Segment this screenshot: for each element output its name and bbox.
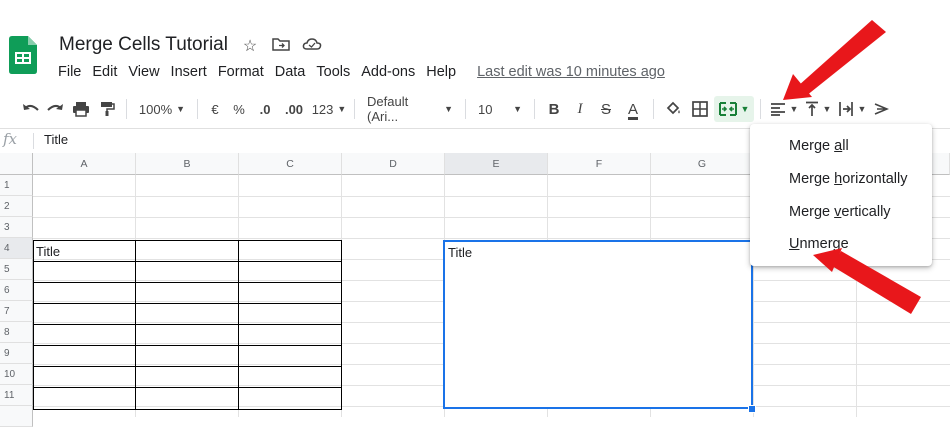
vertical-align-icon[interactable]: ▼ (801, 96, 835, 122)
cell-a4[interactable]: Title (36, 244, 60, 259)
print-icon[interactable] (68, 96, 94, 122)
column-header-e[interactable]: E (445, 153, 548, 175)
increase-decimal-button[interactable]: .00 (278, 96, 310, 122)
menu-item-merge-horizontally[interactable]: Merge horizontally (789, 171, 908, 187)
chevron-down-icon: ▼ (176, 104, 186, 114)
bordered-range-a4-c11 (33, 240, 342, 410)
row-header-7[interactable]: 7 (0, 301, 33, 322)
menu-insert[interactable]: Insert (171, 64, 207, 80)
column-header-b[interactable]: B (136, 153, 239, 175)
menu-view[interactable]: View (128, 64, 159, 80)
row-header-4[interactable]: 4 (0, 238, 33, 259)
merge-cells-menu: Merge all Merge horizontally Merge verti… (750, 124, 932, 266)
font-size-select[interactable]: 10 ▼ (472, 96, 528, 122)
select-all-corner[interactable] (0, 153, 33, 175)
menu-edit[interactable]: Edit (92, 64, 117, 80)
merge-cells-button[interactable]: ▼ (714, 96, 754, 122)
row-header-6[interactable]: 6 (0, 280, 33, 301)
zoom-value: 100% (138, 101, 173, 117)
move-to-folder-icon[interactable] (272, 36, 290, 52)
row-header-11[interactable]: 11 (0, 385, 33, 406)
column-header-g[interactable]: G (651, 153, 754, 175)
currency-format-button[interactable]: € (204, 96, 226, 122)
menu-item-merge-vertically[interactable]: Merge vertically (789, 204, 891, 220)
undo-icon[interactable] (20, 96, 42, 122)
more-formats-label: 123 (311, 101, 334, 117)
font-value: Default (Ari... (367, 94, 409, 124)
row-header-1[interactable]: 1 (0, 175, 33, 196)
italic-button[interactable]: I (567, 96, 593, 122)
text-wrapping-icon[interactable]: ▼ (835, 96, 869, 122)
column-header-d[interactable]: D (342, 153, 445, 175)
strikethrough-button[interactable]: S (593, 96, 619, 122)
menu-file[interactable]: File (58, 64, 81, 80)
borders-icon[interactable] (686, 96, 714, 122)
row-header-9[interactable]: 9 (0, 343, 33, 364)
row-header-3[interactable]: 3 (0, 217, 33, 238)
menu-bar: File Edit View Insert Format Data Tools … (58, 64, 676, 80)
row-header-2[interactable]: 2 (0, 196, 33, 217)
more-formats-button[interactable]: 123 ▼ (310, 96, 348, 122)
menu-help[interactable]: Help (426, 64, 456, 80)
font-select[interactable]: Default (Ari... ▼ (361, 94, 459, 124)
row-header-5[interactable]: 5 (0, 259, 33, 280)
merged-cell-e4[interactable]: Title (443, 240, 753, 409)
bold-button[interactable]: B (541, 96, 567, 122)
column-header-f[interactable]: F (548, 153, 651, 175)
arrow-to-merge-button (783, 20, 886, 100)
chevron-down-icon: ▼ (444, 104, 453, 114)
menu-tools[interactable]: Tools (316, 64, 350, 80)
menu-item-unmerge[interactable]: Unmerge (789, 236, 849, 252)
formula-bar-divider (33, 133, 34, 149)
last-edit-link[interactable]: Last edit was 10 minutes ago (477, 64, 665, 80)
decrease-decimal-button[interactable]: .0 (252, 96, 278, 122)
cell-e4-text: Title (448, 245, 473, 260)
merge-cells-icon (718, 102, 737, 116)
menu-addons[interactable]: Add-ons (361, 64, 415, 80)
row-header-10[interactable]: 10 (0, 364, 33, 385)
paint-format-icon[interactable] (94, 96, 120, 122)
chevron-down-icon: ▼ (513, 104, 522, 114)
horizontal-align-icon[interactable]: ▼ (767, 96, 801, 122)
menu-format[interactable]: Format (218, 64, 264, 80)
fill-color-icon[interactable] (660, 96, 686, 122)
redo-icon[interactable] (42, 96, 68, 122)
fx-label: fx (3, 130, 18, 148)
column-header-a[interactable]: A (33, 153, 136, 175)
formula-input[interactable]: Title (44, 132, 68, 147)
menu-data[interactable]: Data (275, 64, 306, 80)
font-size-value: 10 (478, 101, 493, 117)
chevron-down-icon: ▼ (740, 104, 750, 114)
column-header-c[interactable]: C (239, 153, 342, 175)
document-title[interactable]: Merge Cells Tutorial (59, 34, 228, 56)
star-icon[interactable]: ☆ (240, 36, 260, 56)
selection-fill-handle[interactable] (748, 405, 756, 413)
menu-item-merge-all[interactable]: Merge all (789, 138, 849, 154)
row-header-8[interactable]: 8 (0, 322, 33, 343)
cloud-status-icon[interactable] (302, 36, 322, 52)
sheets-logo-icon[interactable] (9, 36, 37, 74)
percent-format-button[interactable]: % (226, 96, 252, 122)
chevron-down-icon: ▼ (337, 104, 347, 114)
zoom-select[interactable]: 100% ▼ (133, 96, 191, 122)
toolbar: 100% ▼ € % .0 .00 123 ▼ Default (Ari... ▼ 1… (0, 94, 950, 124)
text-color-button[interactable]: A (619, 96, 647, 122)
text-rotation-icon[interactable] (869, 96, 893, 122)
